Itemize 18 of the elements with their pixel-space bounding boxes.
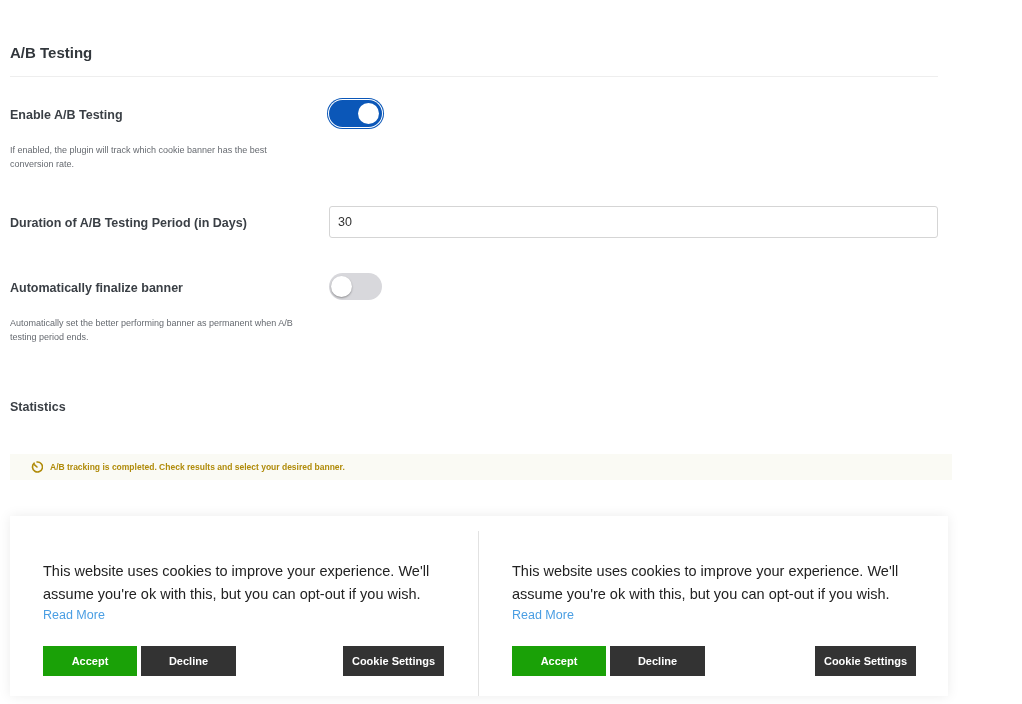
setting-label: Duration of A/B Testing Period (in Days) <box>10 216 247 230</box>
number-input[interactable]: 30 <box>329 206 938 238</box>
banner-message: This website uses cookies to improve your experience. We'll assume you're ok with this, but you can opt-out if you wish. <box>512 562 900 604</box>
toggle-switch[interactable] <box>329 100 382 127</box>
setting-description: Automatically set the better performing banner as permanent when A/B testing period ends. <box>10 317 294 344</box>
banner-message: This website uses cookies to improve your experience. We'll assume you're ok with this, but you can opt-out if you wish. <box>43 562 431 604</box>
settings-button[interactable]: Cookie Settings <box>343 646 444 676</box>
setting-description: If enabled, the plugin will track which cookie banner has the best conversion rate. <box>10 144 268 171</box>
decline-button[interactable]: Decline <box>141 646 236 676</box>
section-title: A/B Testing <box>10 44 93 62</box>
settings-button[interactable]: Cookie Settings <box>815 646 916 676</box>
clock-icon <box>31 461 43 473</box>
statistics-title: Statistics <box>10 399 66 415</box>
decline-button[interactable]: Decline <box>610 646 705 676</box>
setting-label: Enable A/B Testing <box>10 107 123 122</box>
setting-label: Automatically finalize banner <box>10 280 183 295</box>
notice-text: A/B tracking is completed. Check results and select your desired banner. <box>50 460 345 474</box>
toggle-switch[interactable] <box>329 273 382 300</box>
